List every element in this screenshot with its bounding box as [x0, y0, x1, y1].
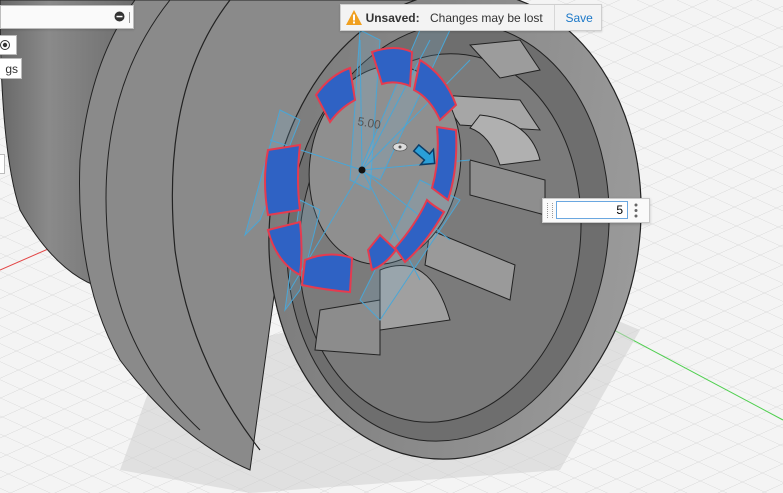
- collapse-minus-icon[interactable]: [114, 11, 125, 22]
- more-options-icon[interactable]: [634, 202, 644, 219]
- unsaved-title: Unsaved:: [365, 10, 420, 25]
- dimension-input-box: [542, 198, 650, 223]
- settings-option[interactable]: gs: [0, 58, 22, 79]
- radio-selected-icon: [0, 40, 10, 50]
- unsaved-message: Changes may be lost: [430, 10, 543, 25]
- unsaved-notification: Unsaved: Changes may be lost Save: [340, 4, 602, 31]
- drag-grip-icon[interactable]: [547, 203, 553, 218]
- dimension-value-input[interactable]: [556, 201, 628, 219]
- 3d-viewport[interactable]: 5.00: [0, 0, 783, 493]
- left-edge-control[interactable]: [0, 154, 5, 174]
- warning-triangle-icon: [344, 7, 364, 29]
- sketch-center-point[interactable]: [358, 166, 366, 174]
- ring-segment-8[interactable]: [264, 143, 302, 217]
- settings-partial-label: gs: [5, 62, 18, 76]
- ring-segment-6[interactable]: [300, 253, 354, 294]
- panel-resize-handle[interactable]: [129, 12, 130, 23]
- browser-panel-header: [0, 5, 134, 29]
- radio-option[interactable]: [0, 35, 17, 55]
- save-link[interactable]: Save: [554, 5, 601, 30]
